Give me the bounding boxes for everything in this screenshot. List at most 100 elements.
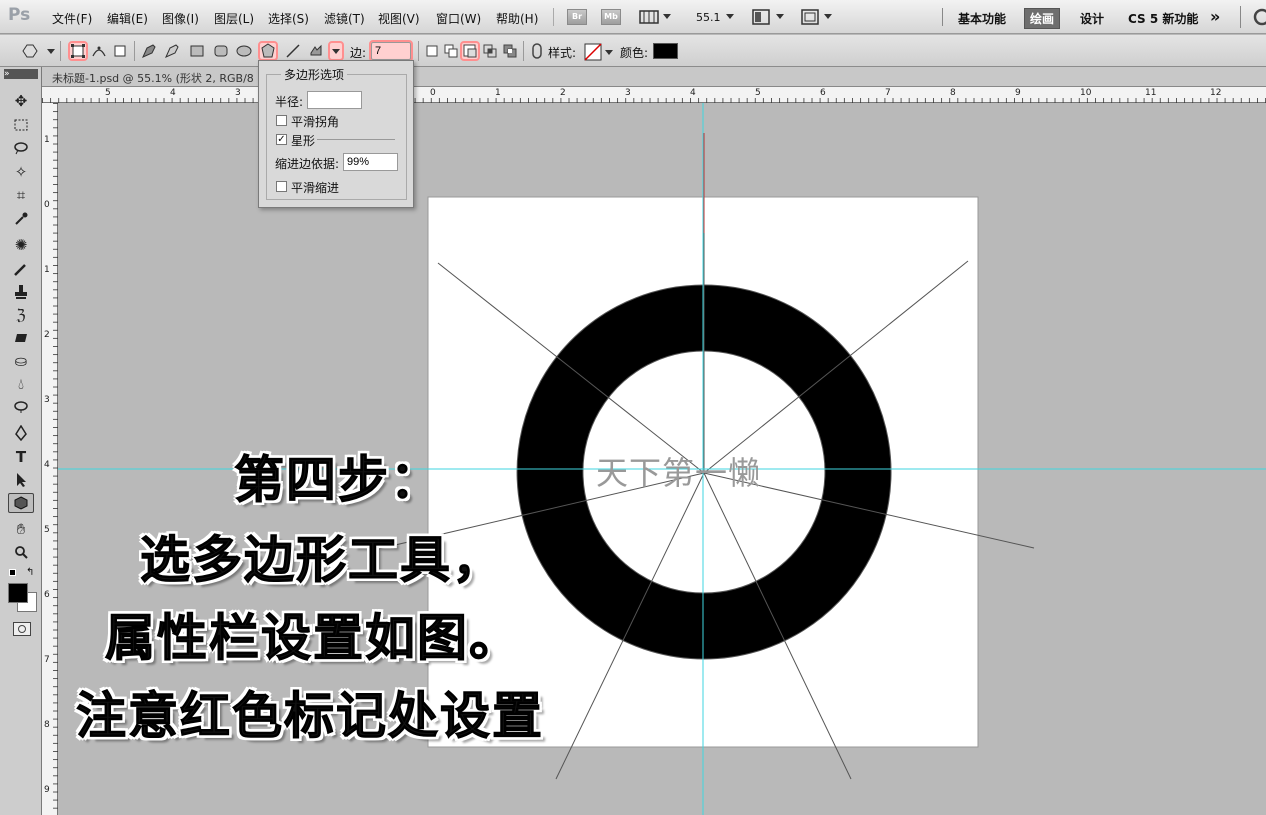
line-tool-icon[interactable] xyxy=(285,43,301,59)
radius-label: 半径: xyxy=(275,95,304,109)
subtract-from-shape-icon[interactable] xyxy=(460,41,480,61)
ruler-label: 3 xyxy=(44,395,50,405)
add-to-shape-icon[interactable] xyxy=(443,43,459,59)
workspace-cs5-new[interactable]: CS 5 新功能 xyxy=(1128,10,1198,27)
ruler-horizontal: 5 4 3 0 1 2 3 4 5 6 7 8 9 10 11 12 xyxy=(42,87,1266,103)
menu-layer[interactable]: 图层(L) xyxy=(214,10,254,27)
bridge-button[interactable]: Br xyxy=(567,9,587,25)
menu-select[interactable]: 选择(S) xyxy=(268,10,309,27)
color-label: 颜色: xyxy=(620,46,649,60)
eraser-tool-icon[interactable] xyxy=(8,328,34,348)
crop-tool-icon[interactable]: ⌗ xyxy=(8,185,34,205)
chevron-down-icon[interactable] xyxy=(824,14,832,19)
annotation-line-2: 选多边形工具， xyxy=(140,531,504,590)
marquee-tool-icon[interactable] xyxy=(8,115,34,135)
lasso-tool-icon[interactable] xyxy=(8,138,34,158)
blur-tool-icon[interactable]: 💧︎ xyxy=(8,374,34,394)
swap-colors-icon[interactable]: ↰ xyxy=(26,567,34,578)
intersect-shape-icon[interactable] xyxy=(482,43,498,59)
ruler-vertical: 1 0 1 2 3 4 5 6 7 8 9 xyxy=(42,103,58,815)
pen-tool-icon[interactable] xyxy=(8,423,34,443)
ruler-label: 4 xyxy=(690,88,696,98)
ps-logo: Ps xyxy=(8,5,31,25)
ruler-label: 6 xyxy=(820,88,826,98)
smooth-corners-checkbox[interactable] xyxy=(276,115,287,126)
menu-edit[interactable]: 编辑(E) xyxy=(107,10,148,27)
rectangle-tool-icon[interactable] xyxy=(189,43,205,59)
pen-tool-icon[interactable] xyxy=(141,43,157,59)
chevron-down-icon[interactable] xyxy=(605,50,613,55)
ellipse-tool-icon[interactable] xyxy=(236,43,252,59)
polygon-shape-tool-icon[interactable] xyxy=(8,493,34,513)
ruler-label: 0 xyxy=(44,200,50,210)
tool-preset-icon[interactable] xyxy=(22,43,38,59)
menu-view[interactable]: 视图(V) xyxy=(378,10,420,27)
document-tab[interactable]: 未标题-1.psd @ 55.1% (形状 2, RGB/8 xyxy=(42,67,1266,87)
exclude-overlap-icon[interactable] xyxy=(502,43,518,59)
workspace-painting[interactable]: 绘画 xyxy=(1024,8,1061,29)
clone-stamp-icon[interactable] xyxy=(8,282,34,302)
menu-bar: Ps 文件(F) 编辑(E) 图像(I) 图层(L) 选择(S) 滤镜(T) 视… xyxy=(0,0,1266,34)
color-swatch[interactable] xyxy=(653,43,678,59)
menu-file[interactable]: 文件(F) xyxy=(52,10,92,27)
ruler-label: 1 xyxy=(495,88,501,98)
polygon-tool-icon[interactable] xyxy=(258,41,278,61)
move-tool-icon[interactable]: ✥ xyxy=(8,91,34,111)
brush-tool-icon[interactable] xyxy=(8,259,34,279)
extras-icon[interactable] xyxy=(639,9,659,25)
smooth-indent-checkbox[interactable] xyxy=(276,181,287,192)
custom-shape-icon[interactable] xyxy=(308,43,324,59)
hand-tool-icon[interactable]: ✋︎ xyxy=(8,519,34,539)
menu-filter[interactable]: 滤镜(T) xyxy=(324,10,365,27)
chevron-down-icon[interactable] xyxy=(726,14,734,19)
history-brush-icon[interactable]: ℨ xyxy=(8,305,34,325)
paint-bucket-icon[interactable]: ⛀ xyxy=(8,351,34,371)
zoom-level[interactable]: 55.1 xyxy=(696,11,721,24)
shape-layers-icon[interactable] xyxy=(68,41,88,61)
divider xyxy=(418,41,419,61)
ruler-label: 7 xyxy=(885,88,891,98)
chevron-down-icon[interactable] xyxy=(663,14,671,19)
menu-window[interactable]: 窗口(W) xyxy=(436,10,481,27)
quick-mask-icon[interactable] xyxy=(13,622,31,636)
divider xyxy=(1240,6,1241,28)
new-shape-layer-icon[interactable] xyxy=(424,43,440,59)
type-tool-icon[interactable]: T xyxy=(8,447,34,467)
indent-input[interactable] xyxy=(343,153,398,171)
star-checkbox[interactable]: ✓ xyxy=(276,134,287,145)
divider xyxy=(942,8,943,26)
screen-mode-icon[interactable] xyxy=(801,9,819,25)
style-swatch[interactable] xyxy=(584,43,602,61)
fill-pixels-icon[interactable] xyxy=(112,43,128,59)
more-workspaces-icon[interactable]: » xyxy=(1210,7,1220,26)
menu-help[interactable]: 帮助(H) xyxy=(496,10,538,27)
healing-brush-icon[interactable]: ✺ xyxy=(8,235,34,255)
paths-icon[interactable] xyxy=(91,43,107,59)
eyedropper-icon[interactable] xyxy=(8,209,34,229)
arrange-documents-icon[interactable] xyxy=(752,9,770,25)
ruler-label: 9 xyxy=(44,785,50,795)
zoom-tool-icon[interactable] xyxy=(8,542,34,562)
dodge-tool-icon[interactable] xyxy=(8,397,34,417)
chevron-down-icon[interactable] xyxy=(776,14,784,19)
path-selection-icon[interactable] xyxy=(8,470,34,490)
chevron-down-icon[interactable] xyxy=(47,49,55,54)
smooth-indent-label: 平滑缩进 xyxy=(291,181,340,195)
link-layer-icon[interactable] xyxy=(529,43,545,59)
geometry-options-dropdown[interactable] xyxy=(328,41,344,61)
indent-label: 缩进边依据: xyxy=(275,157,340,171)
freeform-pen-icon[interactable] xyxy=(164,43,180,59)
quick-selection-icon[interactable]: ✧ xyxy=(8,162,34,182)
rounded-rectangle-icon[interactable] xyxy=(213,43,229,59)
foreground-color-swatch[interactable] xyxy=(8,583,28,603)
sides-input[interactable] xyxy=(369,40,413,62)
cs-live-icon[interactable] xyxy=(1252,8,1266,26)
options-bar: 边: 样式: 颜色: xyxy=(0,35,1266,67)
collapse-toolbox-icon[interactable]: » xyxy=(4,69,38,79)
menu-image[interactable]: 图像(I) xyxy=(162,10,199,27)
mini-bridge-button[interactable]: Mb xyxy=(601,9,621,25)
workspace-essentials[interactable]: 基本功能 xyxy=(958,10,1006,27)
radius-input[interactable] xyxy=(307,91,362,109)
workspace-design[interactable]: 设计 xyxy=(1080,10,1104,27)
default-colors-icon[interactable] xyxy=(9,569,16,576)
